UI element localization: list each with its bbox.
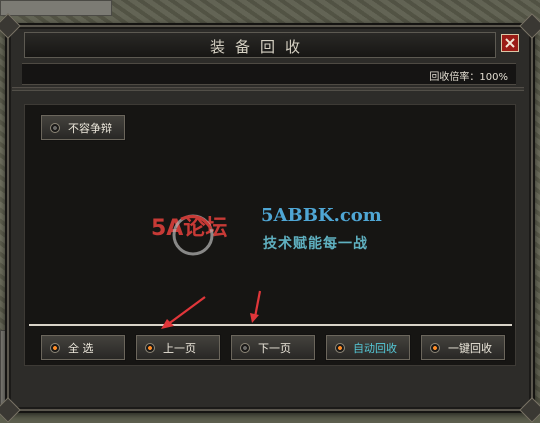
radio-indicator-icon [145, 342, 155, 353]
select-all-label: 全 选 [68, 341, 94, 355]
one-click-recycle-label: 一键回收 [448, 341, 492, 355]
prev-page-label: 上一页 [163, 341, 196, 355]
radio-indicator-icon [240, 342, 250, 353]
recycle-rate-label: 回收倍率：100% [429, 72, 508, 83]
button-row-divider [29, 324, 512, 326]
close-button[interactable] [501, 34, 519, 52]
title-bar: 装备回收 [24, 32, 496, 58]
no-contest-label: 不容争辩 [68, 121, 112, 135]
logo-text: 5A论坛 [151, 215, 227, 241]
next-page-label: 下一页 [258, 341, 291, 355]
radio-indicator-icon [50, 342, 60, 353]
next-page-button[interactable]: 下一页 [230, 334, 316, 361]
auto-recycle-label: 自动回收 [353, 341, 397, 355]
radio-indicator-icon [50, 122, 60, 133]
close-icon [505, 38, 515, 48]
recycle-rate-bar: 回收倍率：100% [22, 63, 516, 85]
radio-indicator-icon [430, 342, 440, 353]
one-click-recycle-button[interactable]: 一键回收 [420, 334, 506, 361]
prev-page-button[interactable]: 上一页 [135, 334, 221, 361]
frame-corner-ornament [0, 397, 21, 423]
auto-recycle-button[interactable]: 自动回收 [325, 334, 411, 361]
arrow-annotation-icon [250, 290, 262, 323]
background-stone-wall [0, 0, 112, 16]
section-divider [12, 87, 524, 91]
no-contest-toggle[interactable]: 不容争辩 [40, 114, 126, 141]
window-title: 装备回收 [209, 38, 310, 56]
radio-indicator-icon [335, 342, 345, 353]
watermark-slogan: 技术赋能每一战 [263, 236, 368, 252]
select-all-button[interactable]: 全 选 [40, 334, 126, 361]
watermark-site: 5ABBK.com [261, 205, 382, 226]
arrow-annotation-icon [161, 296, 206, 329]
recycle-window: 装备回收 回收倍率：100% 不容争辩 5A论坛 5ABBK.com 技术赋能每… [0, 13, 540, 423]
site-logo-watermark: 5A论坛 [151, 214, 227, 256]
